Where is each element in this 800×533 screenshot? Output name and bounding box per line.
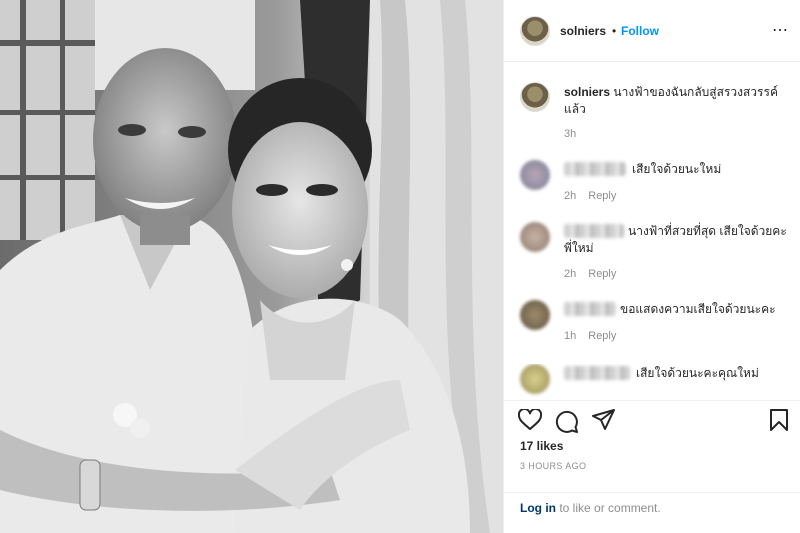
comment-time: 2h <box>564 190 577 202</box>
reply-button[interactable]: Reply <box>588 190 616 202</box>
comment-avatar[interactable] <box>520 160 550 190</box>
instagram-post: solniers • Follow ⋯ solniers นางฟ้าของฉั… <box>0 0 800 533</box>
reply-button[interactable]: Reply <box>588 330 616 342</box>
comment-username-blurred[interactable] <box>564 162 626 176</box>
comment-avatar[interactable] <box>520 222 550 252</box>
bookmark-icon[interactable] <box>769 409 789 431</box>
post-side-panel: solniers • Follow ⋯ solniers นางฟ้าของฉั… <box>503 0 800 533</box>
heart-icon[interactable] <box>518 409 542 431</box>
comment-meta: 1h Reply <box>564 330 628 342</box>
comment-meta: 2h Reply <box>564 268 628 280</box>
comment-username-blurred[interactable] <box>564 302 616 316</box>
more-options-icon[interactable]: ⋯ <box>772 20 789 40</box>
caption-time: 3h <box>564 128 577 140</box>
login-link[interactable]: Log in <box>520 501 556 515</box>
comment-item: นางฟ้าที่สวยที่สุด เสียใจด้วยคะ พี่ใหม่ … <box>504 222 800 282</box>
comment-meta: 2h Reply <box>564 190 628 202</box>
comment-username-blurred[interactable] <box>564 366 630 380</box>
share-icon[interactable] <box>592 409 616 431</box>
comment-text: เสียใจด้วยนะคะคุณใหม่ <box>636 366 759 380</box>
comment-text: นางฟ้าที่สวยที่สุด เสียใจด้วยคะ พี่ใหม่ <box>564 224 787 255</box>
caption-avatar[interactable] <box>520 82 550 112</box>
likes-count[interactable]: 17 likes <box>520 439 563 453</box>
caption-text: solniers นางฟ้าของฉันกลับสู่สรวงสวรรค์แล… <box>564 84 784 118</box>
username[interactable]: solniers <box>560 24 606 38</box>
post-timestamp: 3 HOURS AGO <box>520 461 587 471</box>
comment-time: 2h <box>564 268 577 280</box>
post-actions: 17 likes 3 HOURS AGO <box>504 400 800 492</box>
follow-button[interactable]: Follow <box>621 24 659 38</box>
comment-item: เสียใจด้วยนะใหม่ 2h Reply <box>504 160 800 220</box>
post-header: solniers • Follow ⋯ <box>504 0 800 62</box>
caption-username[interactable]: solniers <box>564 85 610 99</box>
comment-item: เสียใจด้วยนะคะคุณใหม่ <box>504 364 800 400</box>
post-photo[interactable] <box>0 0 503 533</box>
comment-text: ขอแสดงความเสียใจด้วยนะคะ <box>620 302 776 316</box>
avatar[interactable] <box>520 16 550 46</box>
comment-item: ขอแสดงความเสียใจด้วยนะคะ 1h Reply <box>504 300 800 360</box>
comment-time: 1h <box>564 330 577 342</box>
comment-avatar[interactable] <box>520 364 550 394</box>
login-row: Log in to like or comment. <box>520 501 661 515</box>
reply-button[interactable]: Reply <box>588 268 616 280</box>
comment-avatar[interactable] <box>520 300 550 330</box>
comment-text: เสียใจด้วยนะใหม่ <box>632 162 722 176</box>
login-text: to like or comment. <box>556 501 661 515</box>
login-prompt: Log in to like or comment. <box>504 492 800 533</box>
separator-dot: • <box>612 24 617 38</box>
comment-icon[interactable] <box>555 409 579 433</box>
photo-image <box>0 0 503 533</box>
